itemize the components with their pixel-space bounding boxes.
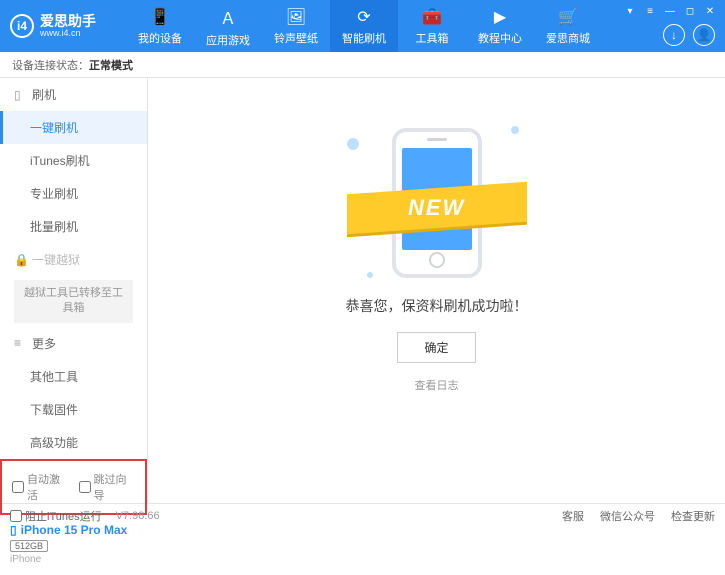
device-storage: 512GB — [10, 540, 48, 552]
skip-wizard-checkbox[interactable]: 跳过向导 — [79, 471, 136, 503]
success-illustration: NEW — [347, 118, 527, 278]
sidebar-item[interactable]: 专业刷机 — [0, 177, 147, 210]
version-label: V7.98.66 — [116, 510, 160, 522]
list-icon[interactable]: ≡ — [643, 4, 657, 18]
nav-icon: ⟳ — [357, 7, 370, 27]
sidebar-item[interactable]: 下载固件 — [0, 393, 147, 426]
nav-item-3[interactable]: ⟳ 智能刷机 — [330, 0, 398, 52]
sidebar-item[interactable]: 其他工具 — [0, 360, 147, 393]
title-bar: i4 爱思助手 www.i4.cn 📱 我的设备 Ａ 应用游戏 🖼 铃声壁纸 ⟳ 智能刷机 🧰 工… — [0, 0, 725, 52]
app-logo: i4 爱思助手 www.i4.cn — [10, 14, 96, 38]
lock-icon: 🔒 — [14, 253, 26, 267]
new-badge: NEW — [347, 182, 527, 235]
nav-label: 应用游戏 — [206, 32, 250, 48]
nav-icon: Ａ — [220, 5, 236, 29]
nav-icon: 🧰 — [422, 7, 442, 27]
phone-icon: ▯ — [14, 88, 26, 102]
status-prefix: 设备连接状态： — [12, 57, 89, 73]
options-box: 自动激活 跳过向导 — [0, 459, 147, 515]
nav-icon: 🛒 — [558, 7, 578, 27]
more-icon: ≡ — [14, 336, 26, 350]
menu-icon[interactable]: ▾ — [623, 4, 637, 18]
main-panel: NEW 恭喜您，保资料刷机成功啦！ 确定 查看日志 — [148, 78, 725, 503]
nav-label: 工具箱 — [416, 30, 449, 46]
status-mode: 正常模式 — [89, 57, 133, 73]
view-log-link[interactable]: 查看日志 — [415, 377, 459, 393]
jailbreak-note: 越狱工具已转移至工具箱 — [14, 280, 133, 323]
sidebar-item[interactable]: 一键刷机 — [0, 111, 147, 144]
sidebar-item[interactable]: 批量刷机 — [0, 210, 147, 243]
sidebar-group-jailbreak: 🔒 一键越狱 — [0, 243, 147, 276]
nav-icon: ▶ — [494, 7, 506, 27]
footer-link[interactable]: 微信公众号 — [600, 508, 655, 524]
download-button[interactable]: ↓ — [663, 24, 685, 46]
nav-item-6[interactable]: 🛒 爱思商城 — [534, 0, 602, 52]
nav-item-2[interactable]: 🖼 铃声壁纸 — [262, 0, 330, 52]
device-icon: ▯ — [10, 523, 17, 537]
device-panel: ▯ iPhone 15 Pro Max 512GB iPhone — [0, 515, 147, 575]
device-os: iPhone — [10, 554, 137, 565]
sidebar-group-flash[interactable]: ▯ 刷机 — [0, 78, 147, 111]
nav-label: 智能刷机 — [342, 30, 386, 46]
logo-icon: i4 — [10, 14, 34, 38]
nav-item-5[interactable]: ▶ 教程中心 — [466, 0, 534, 52]
nav-item-1[interactable]: Ａ 应用游戏 — [194, 0, 262, 52]
nav-label: 教程中心 — [478, 30, 522, 46]
footer-link[interactable]: 检查更新 — [671, 508, 715, 524]
nav-icon: 🖼 — [286, 7, 306, 27]
nav-item-4[interactable]: 🧰 工具箱 — [398, 0, 466, 52]
minimize-icon[interactable]: — — [663, 4, 677, 18]
sidebar-item[interactable]: 高级功能 — [0, 426, 147, 459]
footer-link[interactable]: 客服 — [562, 508, 584, 524]
nav-item-0[interactable]: 📱 我的设备 — [126, 0, 194, 52]
auto-activate-checkbox[interactable]: 自动激活 — [12, 471, 69, 503]
user-button[interactable]: 👤 — [693, 24, 715, 46]
close-icon[interactable]: ✕ — [703, 4, 717, 18]
top-nav: 📱 我的设备 Ａ 应用游戏 🖼 铃声壁纸 ⟳ 智能刷机 🧰 工具箱 ▶ 教程中心 🛒 爱思商城 — [126, 0, 602, 52]
maximize-icon[interactable]: ◻ — [683, 4, 697, 18]
nav-label: 铃声壁纸 — [274, 30, 318, 46]
sidebar: ▯ 刷机 一键刷机iTunes刷机专业刷机批量刷机 🔒 一键越狱 越狱工具已转移… — [0, 78, 148, 503]
nav-label: 爱思商城 — [546, 30, 590, 46]
window-controls: ▾ ≡ — ◻ ✕ — [623, 4, 717, 18]
nav-label: 我的设备 — [138, 30, 182, 46]
app-subtitle: www.i4.cn — [40, 28, 96, 38]
app-title: 爱思助手 — [40, 14, 96, 28]
ok-button[interactable]: 确定 — [397, 332, 475, 363]
nav-icon: 📱 — [150, 7, 170, 27]
sidebar-item[interactable]: iTunes刷机 — [0, 144, 147, 177]
block-itunes-checkbox[interactable]: 阻止iTunes运行 — [10, 508, 102, 524]
success-message: 恭喜您，保资料刷机成功啦！ — [346, 296, 528, 316]
device-name[interactable]: ▯ iPhone 15 Pro Max — [10, 523, 137, 537]
sidebar-group-more[interactable]: ≡ 更多 — [0, 327, 147, 360]
status-bar: 设备连接状态： 正常模式 — [0, 52, 725, 78]
